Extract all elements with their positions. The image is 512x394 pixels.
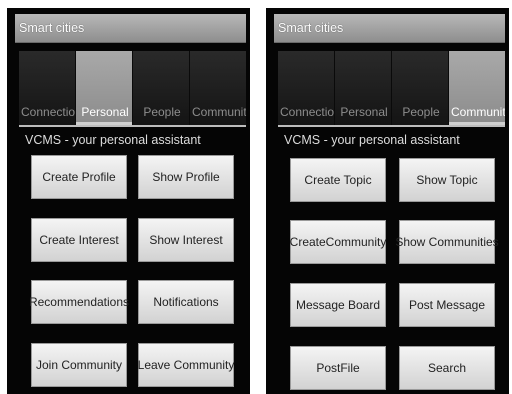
tab-personal[interactable]: Personal: [76, 51, 133, 125]
search-button[interactable]: Search: [399, 346, 495, 390]
tab-communities[interactable]: Communitie: [190, 51, 246, 125]
show-profile-button[interactable]: Show Profile: [138, 155, 234, 199]
tab-connection[interactable]: Connection: [278, 51, 335, 125]
tab-connection[interactable]: Connection: [19, 51, 76, 125]
assistant-subtitle: VCMS - your personal assistant: [25, 133, 201, 147]
post-message-button[interactable]: Post Message: [399, 283, 495, 327]
show-communities-button[interactable]: Show Communities: [395, 220, 499, 264]
create-profile-button[interactable]: Create Profile: [31, 155, 127, 199]
message-board-button[interactable]: Message Board: [290, 283, 386, 327]
create-community-button[interactable]: CreateCommunity: [290, 220, 386, 264]
right-phone-screen: Smart cities Connection Personal People …: [266, 8, 509, 394]
screenshot-pair: Smart cities Connection Personal People …: [0, 0, 512, 394]
tab-label: Personal: [81, 105, 129, 119]
tab-underline: [19, 125, 246, 127]
join-community-button[interactable]: Join Community: [31, 343, 127, 387]
tab-label: People: [402, 105, 440, 119]
tab-personal[interactable]: Personal: [335, 51, 392, 125]
tab-communities[interactable]: Communitie: [449, 51, 505, 125]
post-file-button[interactable]: PostFile: [290, 346, 386, 390]
create-interest-button[interactable]: Create Interest: [31, 218, 127, 262]
tab-label: Communitie: [192, 105, 246, 119]
tab-label: Connection: [280, 105, 335, 119]
tab-bar: Connection Personal People Communitie: [278, 51, 505, 125]
tab-underline: [278, 125, 505, 127]
tab-people[interactable]: People: [133, 51, 190, 125]
assistant-subtitle: VCMS - your personal assistant: [284, 133, 460, 147]
left-phone-screen: Smart cities Connection Personal People …: [7, 8, 250, 394]
show-interest-button[interactable]: Show Interest: [138, 218, 234, 262]
app-title-bar: Smart cities: [274, 14, 505, 43]
tab-label: Communitie: [451, 105, 505, 119]
tab-label: Connection: [21, 105, 76, 119]
show-topic-button[interactable]: Show Topic: [399, 158, 495, 202]
tab-people[interactable]: People: [392, 51, 449, 125]
tab-label: Personal: [340, 105, 388, 119]
tab-bar: Connection Personal People Communitie: [19, 51, 246, 125]
recommendations-button[interactable]: Recommendations: [29, 280, 129, 324]
create-topic-button[interactable]: Create Topic: [290, 158, 386, 202]
notifications-button[interactable]: Notifications: [138, 280, 234, 324]
app-title-bar: Smart cities: [15, 14, 246, 43]
tab-label: People: [143, 105, 181, 119]
leave-community-button[interactable]: Leave Community: [138, 343, 234, 387]
